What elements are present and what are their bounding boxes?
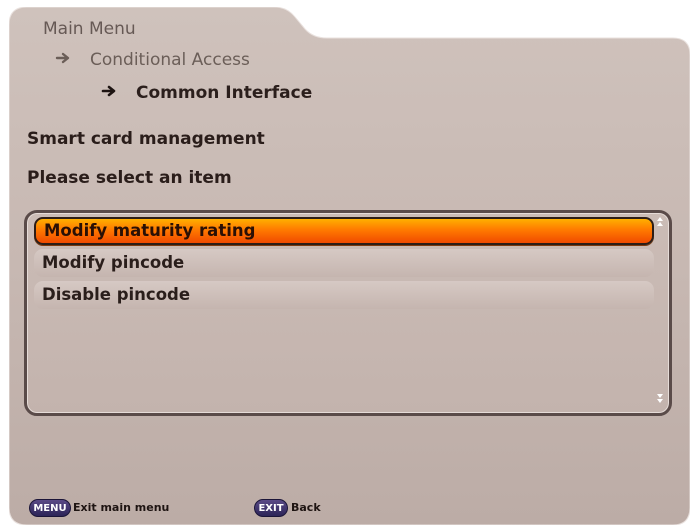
menu-key-label: Exit main menu bbox=[73, 501, 170, 514]
scroll-up-icon[interactable] bbox=[656, 216, 664, 228]
menu-item-modify-pincode[interactable]: Modify pincode bbox=[34, 249, 654, 277]
breadcrumb-root: Main Menu bbox=[43, 19, 136, 39]
page-subtitle: Please select an item bbox=[27, 168, 232, 188]
menu-panel: Main Menu Conditional Access Common Inte… bbox=[9, 7, 690, 525]
breadcrumb-level-1: Conditional Access bbox=[55, 50, 250, 70]
arrow-right-icon bbox=[55, 52, 70, 64]
breadcrumb-level-1-label: Conditional Access bbox=[90, 50, 250, 70]
scroll-down-icon[interactable] bbox=[656, 392, 664, 404]
breadcrumb-level-2: Common Interface bbox=[101, 83, 312, 103]
footer: MENU Exit main menu EXIT Back bbox=[9, 482, 690, 517]
menu-list: Modify maturity rating Modify pincode Di… bbox=[24, 210, 672, 416]
breadcrumb-level-2-label: Common Interface bbox=[136, 83, 313, 103]
exit-key-button[interactable]: EXIT bbox=[254, 499, 288, 517]
menu-item-modify-maturity-rating[interactable]: Modify maturity rating bbox=[34, 217, 654, 245]
page-title: Smart card management bbox=[27, 129, 265, 149]
menu-item-label: Modify maturity rating bbox=[44, 221, 256, 240]
menu-item-label: Modify pincode bbox=[42, 253, 185, 272]
menu-item-label: Disable pincode bbox=[42, 285, 191, 304]
exit-key-label: Back bbox=[291, 501, 321, 514]
menu-item-disable-pincode[interactable]: Disable pincode bbox=[34, 281, 654, 309]
arrow-right-icon bbox=[101, 85, 116, 97]
scrollbar[interactable] bbox=[655, 216, 665, 404]
menu-key-button[interactable]: MENU bbox=[29, 499, 71, 517]
